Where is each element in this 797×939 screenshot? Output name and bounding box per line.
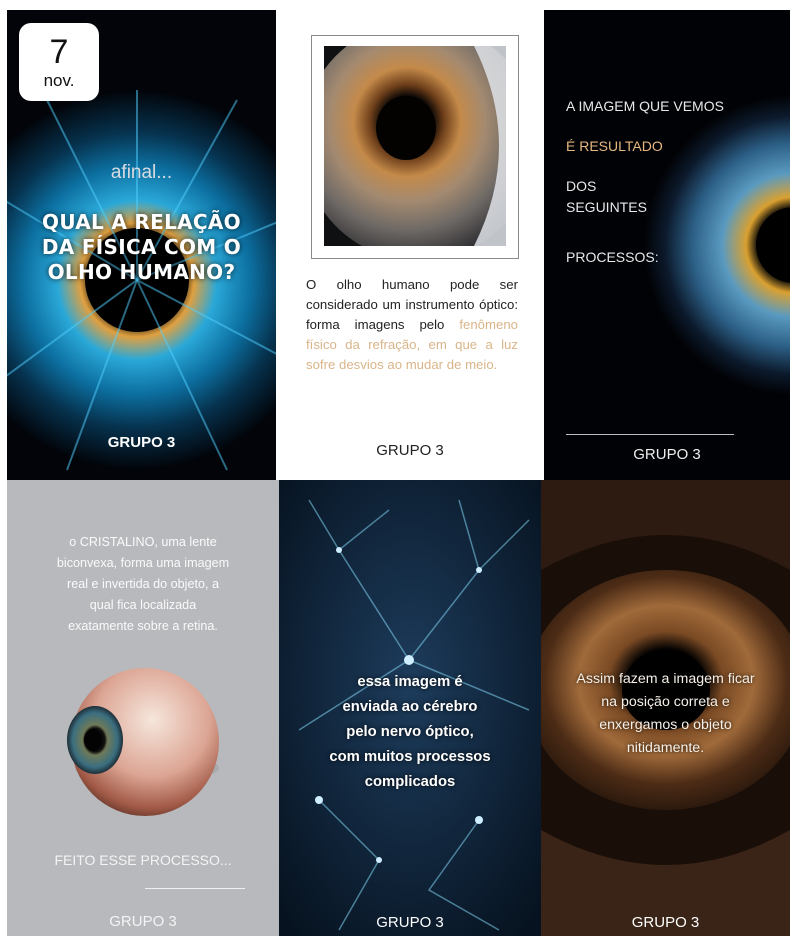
question-line: OLHO HUMANO? xyxy=(47,260,236,284)
group-label: GRUPO 3 xyxy=(376,442,444,459)
group-label: GRUPO 3 xyxy=(109,913,177,930)
divider-line xyxy=(566,434,734,435)
nerve-line: complicados xyxy=(364,774,456,790)
iris-photo-frame xyxy=(311,35,519,259)
question-line: QUAL A RELAÇÃO xyxy=(42,210,241,234)
correct-image-description: Assim fazem a imagem ficar na posição co… xyxy=(541,668,790,760)
slide-body-text: O olho humano pode ser considerado um in… xyxy=(306,275,518,375)
correct-line: nitidamente. xyxy=(626,740,705,756)
slide-intro-text: afinal... xyxy=(110,162,173,183)
slide-crystalline-lens[interactable]: o CRISTALINO, uma lente biconvexa, forma… xyxy=(7,480,279,936)
image-grid: 7 nov. afinal... QUAL A RELAÇÃO DA FÍSIC… xyxy=(7,10,790,936)
correct-line: Assim fazem a imagem ficar xyxy=(576,671,755,687)
processes-line-1: A IMAGEM QUE VEMOS xyxy=(566,98,724,114)
question-line: DA FÍSICA COM O xyxy=(41,235,242,259)
blue-iris-image xyxy=(644,95,790,395)
nerve-line: enviada ao cérebro xyxy=(342,699,478,715)
date-badge: 7 nov. xyxy=(19,23,99,101)
slide-question: QUAL A RELAÇÃO DA FÍSICA COM O OLHO HUMA… xyxy=(7,210,276,285)
correct-line: enxergamos o objeto xyxy=(599,717,732,733)
slide-optic-nerve[interactable]: essa imagem é enviada ao cérebro pelo ne… xyxy=(279,480,541,936)
processes-line-4: SEGUINTES xyxy=(566,199,647,215)
slide-correct-image[interactable]: Assim fazem a imagem ficar na posição co… xyxy=(541,480,790,936)
iris-closeup-image xyxy=(324,46,506,246)
correct-line: na posição correta e xyxy=(601,694,730,710)
divider-line xyxy=(145,888,245,889)
group-label: GRUPO 3 xyxy=(633,446,701,463)
process-done-text: FEITO ESSE PROCESSO... xyxy=(54,852,232,868)
slide-image-processes[interactable]: A IMAGEM QUE VEMOS É RESULTADO DOS SEGUI… xyxy=(544,10,790,480)
lens-description: o CRISTALINO, uma lente biconvexa, forma… xyxy=(7,532,279,637)
group-label: GRUPO 3 xyxy=(376,914,444,931)
group-label: GRUPO 3 xyxy=(107,434,176,451)
lens-line: real e invertida do objeto, a xyxy=(67,577,219,591)
nerve-line: com muitos processos xyxy=(329,749,491,765)
date-month: nov. xyxy=(43,71,75,90)
processes-line-2: É RESULTADO xyxy=(566,138,663,154)
nerve-line: pelo nervo óptico, xyxy=(346,724,474,740)
nerve-line: essa imagem é xyxy=(357,674,463,690)
lens-line: biconvexa, forma uma imagem xyxy=(56,556,230,570)
lens-line: qual fica localizada xyxy=(89,598,197,612)
eyeball-image xyxy=(67,668,219,816)
slide-optical-instrument[interactable]: O olho humano pode ser considerado um in… xyxy=(276,10,544,480)
nerve-description: essa imagem é enviada ao cérebro pelo ne… xyxy=(279,670,541,795)
lens-line: o CRISTALINO, uma lente xyxy=(69,535,217,549)
processes-line-3: DOS xyxy=(566,178,597,194)
lens-line: exatamente sobre a retina. xyxy=(68,619,218,633)
processes-line-5: PROCESSOS: xyxy=(566,249,659,265)
group-label: GRUPO 3 xyxy=(631,914,700,931)
slide-physics-question[interactable]: 7 nov. afinal... QUAL A RELAÇÃO DA FÍSIC… xyxy=(7,10,276,480)
date-day: 7 xyxy=(49,33,69,71)
